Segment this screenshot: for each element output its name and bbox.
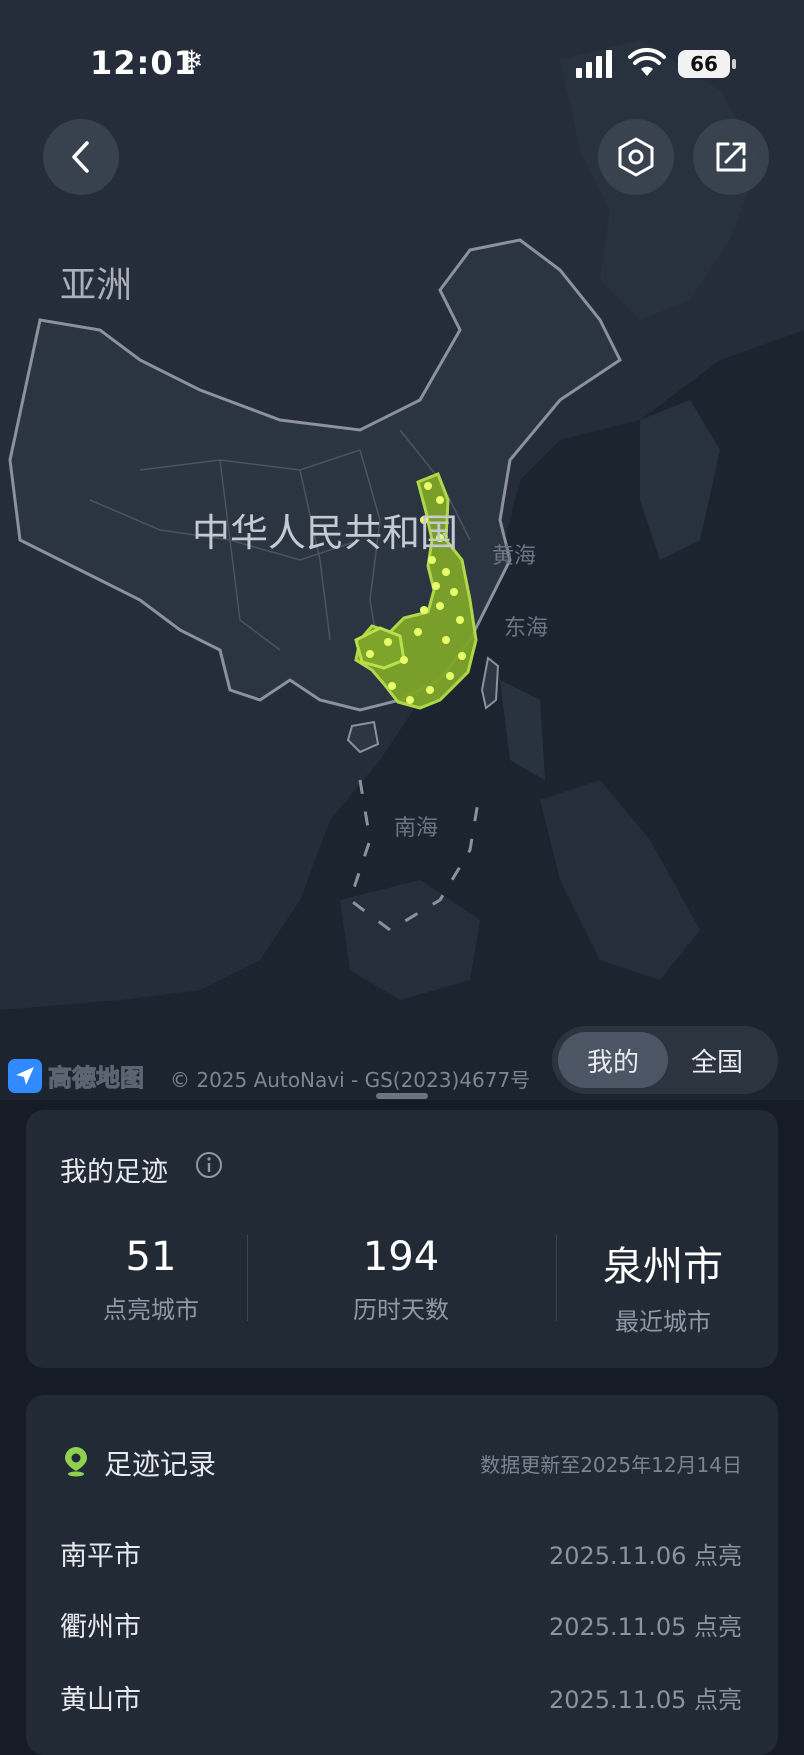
back-button[interactable] xyxy=(43,119,119,195)
toggle-mine[interactable]: 我的 xyxy=(558,1032,668,1088)
stat-lit-cities: 51 点亮城市 xyxy=(26,1234,276,1325)
wifi-icon xyxy=(628,48,666,76)
info-icon[interactable] xyxy=(194,1150,224,1180)
footprint-map[interactable]: 亚洲 中华人民共和国 黄海 东海 南海 xyxy=(0,0,804,1100)
record-row[interactable]: 南平市 2025.11.06 点亮 xyxy=(60,1534,742,1574)
toggle-national[interactable]: 全国 xyxy=(662,1032,772,1088)
map-provider-logo: 高德地图 xyxy=(8,1058,145,1093)
battery-icon: 66 xyxy=(678,50,730,78)
stat-days: 194 历时天数 xyxy=(276,1234,526,1325)
footprint-summary-card: 我的足迹 51 点亮城市 194 历时天数 泉州市 最近城市 xyxy=(26,1110,778,1368)
record-date: 2025.11.06 点亮 xyxy=(548,1542,742,1570)
sheet-drag-handle[interactable] xyxy=(376,1093,428,1099)
record-row[interactable]: 衢州市 2025.11.05 点亮 xyxy=(60,1605,742,1645)
share-icon xyxy=(716,142,746,172)
map-label-yellow-sea: 黄海 xyxy=(492,544,537,569)
stat-recent-city: 泉州市 最近城市 xyxy=(538,1234,788,1337)
stat-label: 历时天数 xyxy=(353,1296,449,1324)
amap-logo-icon xyxy=(8,1058,42,1093)
stat-divider xyxy=(247,1235,248,1321)
hexagon-settings-icon xyxy=(618,137,654,177)
taiwan xyxy=(480,656,500,710)
footprint-records-card: 足迹记录 数据更新至2025年12月14日 南平市 2025.11.06 点亮 … xyxy=(26,1395,778,1755)
land-mass xyxy=(500,680,545,780)
record-row[interactable]: 黄山市 2025.11.05 点亮 xyxy=(60,1678,742,1718)
record-city: 衢州市 xyxy=(60,1612,141,1643)
snowflake-icon: ❄ xyxy=(180,44,204,77)
records-title: 足迹记录 xyxy=(104,1448,217,1481)
stat-value: 194 xyxy=(362,1234,440,1280)
map-label-china: 中华人民共和国 xyxy=(192,511,459,555)
stat-label: 点亮城市 xyxy=(103,1296,199,1324)
map-provider-name: 高德地图 xyxy=(48,1064,145,1093)
land-mass xyxy=(540,780,700,980)
map-label-east-sea: 东海 xyxy=(504,616,549,641)
record-date: 2025.11.05 点亮 xyxy=(548,1686,742,1714)
stat-label: 最近城市 xyxy=(615,1308,711,1336)
summary-title: 我的足迹 xyxy=(60,1157,168,1188)
record-city: 南平市 xyxy=(60,1541,141,1572)
status-bar: 12:01 ❄ 66 xyxy=(0,0,804,130)
map-label-south-sea: 南海 xyxy=(394,816,439,841)
settings-button[interactable] xyxy=(598,119,674,195)
stat-value: 51 xyxy=(125,1234,177,1280)
land-mass xyxy=(640,400,720,560)
record-city: 黄山市 xyxy=(60,1685,141,1716)
share-button[interactable] xyxy=(693,119,769,195)
location-pin-icon xyxy=(65,1447,87,1477)
map-copyright: © 2025 AutoNavi - GS(2023)4677号 xyxy=(170,1068,531,1092)
records-updated: 数据更新至2025年12月14日 xyxy=(480,1453,742,1477)
scope-toggle[interactable]: 我的 全国 xyxy=(552,1026,778,1094)
map-label-asia: 亚洲 xyxy=(60,265,133,306)
record-date: 2025.11.05 点亮 xyxy=(548,1613,742,1641)
battery-nub xyxy=(732,59,736,69)
stat-value: 泉州市 xyxy=(603,1244,723,1290)
chevron-left-icon xyxy=(72,141,89,173)
land-mass xyxy=(340,880,480,1000)
cellular-signal-icon xyxy=(576,50,612,78)
